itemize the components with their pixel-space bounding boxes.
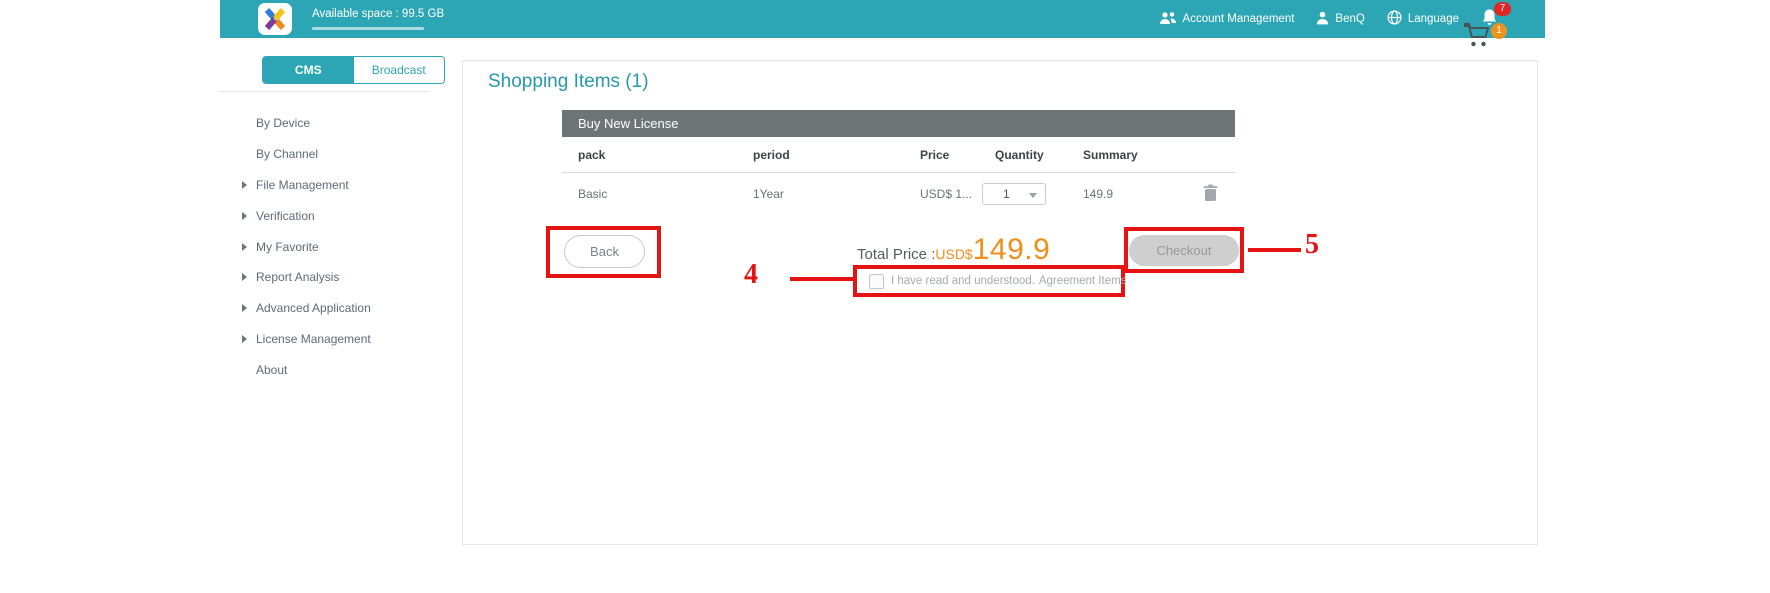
account-management-menu[interactable]: Account Management: [1159, 11, 1295, 28]
cart-count-badge: 1: [1491, 23, 1507, 39]
sidebar-item-verification[interactable]: Verification: [220, 200, 428, 231]
sidebar: CMS Broadcast By Device By Channel File …: [220, 38, 428, 593]
notification-count-badge: 7: [1494, 2, 1511, 16]
nav-label: Report Analysis: [256, 270, 339, 284]
nav-label: By Device: [256, 116, 310, 130]
nav-label: By Channel: [256, 147, 318, 161]
table-title-bar: Buy New License: [562, 110, 1235, 137]
col-period: period: [753, 148, 920, 162]
globe-icon: [1387, 10, 1402, 28]
col-price: Price: [920, 148, 982, 162]
xsign-logo-icon[interactable]: [258, 3, 292, 35]
users-icon: [1159, 11, 1177, 28]
sidebar-item-advanced-application[interactable]: Advanced Application: [220, 293, 428, 324]
cart-icon: [1463, 35, 1493, 52]
language-menu[interactable]: Language: [1387, 10, 1459, 28]
expand-arrow-icon: [242, 212, 247, 220]
cell-pack: Basic: [562, 187, 753, 201]
cell-actions: [1185, 184, 1235, 205]
tab-cms[interactable]: CMS: [263, 57, 354, 83]
quantity-select[interactable]: 1: [982, 183, 1046, 205]
annotation-box-agreement: I have read and understood. Agreement It…: [853, 265, 1125, 297]
sidebar-item-report-analysis[interactable]: Report Analysis: [220, 262, 428, 293]
trash-icon[interactable]: [1203, 184, 1218, 205]
topbar: Available space : 99.5 GB Account Manage…: [220, 0, 1545, 38]
nav-label: Verification: [256, 209, 315, 223]
col-summary: Summary: [1083, 148, 1185, 162]
total-price-value: 149.9: [973, 233, 1051, 267]
user-name-label: BenQ: [1335, 13, 1364, 25]
cell-summary: 149.9: [1083, 187, 1185, 201]
cell-price: USD$ 1...: [920, 187, 982, 201]
quantity-value: 1: [1003, 187, 1010, 201]
sidebar-item-file-management[interactable]: File Management: [220, 170, 428, 201]
user-icon: [1316, 11, 1329, 28]
expand-arrow-icon: [242, 181, 247, 189]
sidebar-item-about[interactable]: About: [220, 354, 428, 385]
table-header-row: pack period Price Quantity Summary: [562, 137, 1235, 173]
content-panel: Shopping Items (1) Buy New License pack …: [462, 60, 1538, 545]
annotation-step-5: 5: [1305, 229, 1319, 261]
cell-quantity: 1: [982, 183, 1083, 205]
nav-label: File Management: [256, 178, 349, 192]
available-space-label: Available space : 99.5 GB: [312, 8, 444, 20]
nav-label: License Management: [256, 332, 371, 346]
back-button[interactable]: Back: [564, 235, 645, 268]
currency-label: USD$: [935, 246, 972, 262]
tab-broadcast[interactable]: Broadcast: [354, 57, 445, 83]
expand-arrow-icon: [242, 243, 247, 251]
annotation-line-4: [790, 277, 853, 281]
total-price-label: Total Price :: [857, 246, 935, 263]
agreement-checkbox[interactable]: [869, 274, 884, 289]
checkout-button[interactable]: Checkout: [1129, 235, 1239, 266]
sidebar-item-my-favorite[interactable]: My Favorite: [220, 231, 428, 262]
expand-arrow-icon: [242, 335, 247, 343]
total-price: Total Price : USD$ 149.9: [857, 233, 1087, 267]
cell-period: 1Year: [753, 187, 920, 201]
nav-label: My Favorite: [256, 240, 319, 254]
annotation-step-4: 4: [744, 259, 758, 291]
available-space-progressbar: [312, 27, 424, 30]
annotation-box-back: Back: [546, 226, 661, 278]
user-menu[interactable]: BenQ: [1316, 11, 1364, 28]
annotation-box-checkout: Checkout: [1124, 227, 1244, 273]
sidebar-item-license-management[interactable]: License Management: [220, 324, 428, 355]
agreement-items-link[interactable]: Agreement Items: [1039, 275, 1127, 287]
app-window: Available space : 99.5 GB Account Manage…: [220, 0, 1545, 593]
sidebar-nav: By Device By Channel File Management Ver…: [220, 108, 428, 385]
language-label: Language: [1408, 13, 1459, 25]
table-row: Basic 1Year USD$ 1... 1 149.9: [562, 173, 1235, 215]
sidebar-item-by-channel[interactable]: By Channel: [220, 139, 428, 170]
section-title: Shopping Items (1): [488, 71, 649, 93]
nav-label: Advanced Application: [256, 301, 371, 315]
shopping-table: Buy New License pack period Price Quanti…: [562, 110, 1235, 215]
expand-arrow-icon: [242, 304, 247, 312]
expand-arrow-icon: [242, 273, 247, 281]
col-quantity: Quantity: [982, 148, 1083, 162]
annotation-line-5: [1248, 248, 1301, 252]
agreement-text: I have read and understood.: [891, 275, 1035, 287]
sidebar-item-by-device[interactable]: By Device: [220, 108, 428, 139]
cart-button[interactable]: 1: [1463, 22, 1507, 52]
chevron-down-icon: [1029, 193, 1037, 198]
sidebar-tabgroup: CMS Broadcast: [262, 56, 445, 84]
nav-label: About: [256, 363, 287, 377]
account-management-label: Account Management: [1183, 13, 1295, 25]
sidebar-divider: [220, 91, 428, 92]
col-pack: pack: [562, 148, 753, 162]
